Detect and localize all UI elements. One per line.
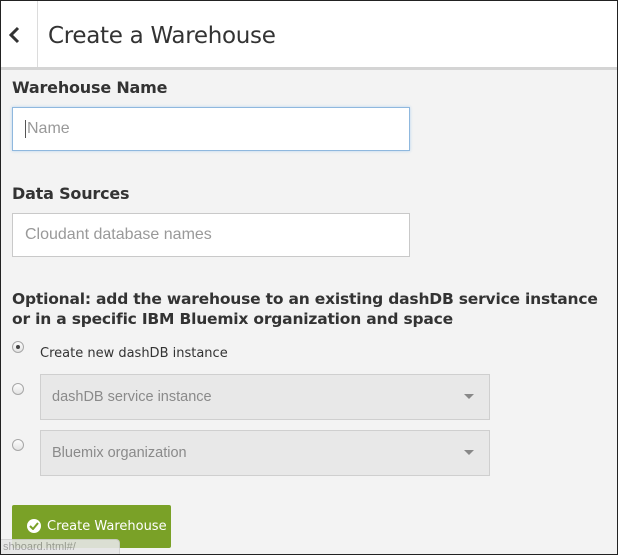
create-new-instance-label[interactable]: Create new dashDB instance xyxy=(40,346,228,361)
bluemix-org-placeholder: Bluemix organization xyxy=(52,445,187,461)
page-title: Create a Warehouse xyxy=(48,23,276,49)
bluemix-org-select[interactable]: Bluemix organization xyxy=(40,430,490,476)
check-circle-icon xyxy=(27,519,41,533)
data-sources-placeholder: Cloudant database names xyxy=(25,226,212,243)
chevron-left-icon xyxy=(8,26,20,44)
app-frame: Create a Warehouse Warehouse Name Name D… xyxy=(0,0,618,555)
radio-existing-instance[interactable] xyxy=(12,383,24,395)
create-warehouse-label: Create Warehouse xyxy=(47,519,167,534)
radio-selected-dot xyxy=(16,345,20,349)
dropdown-arrow-icon xyxy=(464,394,474,399)
dashdb-instance-placeholder: dashDB service instance xyxy=(52,389,212,405)
radio-bluemix-org[interactable] xyxy=(12,439,24,451)
warehouse-name-placeholder: Name xyxy=(27,120,70,137)
warehouse-name-input[interactable]: Name xyxy=(12,107,410,151)
data-sources-input[interactable]: Cloudant database names xyxy=(12,213,410,257)
optional-instructions: Optional: add the warehouse to an existi… xyxy=(12,290,598,328)
dashdb-instance-select[interactable]: dashDB service instance xyxy=(40,374,490,420)
back-button[interactable] xyxy=(1,1,38,67)
warehouse-name-label: Warehouse Name xyxy=(12,78,168,97)
status-bar-url: shboard.html#/ xyxy=(1,539,120,554)
radio-create-new-instance[interactable] xyxy=(12,341,24,353)
text-caret xyxy=(25,119,26,138)
data-sources-label: Data Sources xyxy=(12,184,130,203)
page-header: Create a Warehouse xyxy=(1,1,617,70)
dropdown-arrow-icon xyxy=(464,450,474,455)
